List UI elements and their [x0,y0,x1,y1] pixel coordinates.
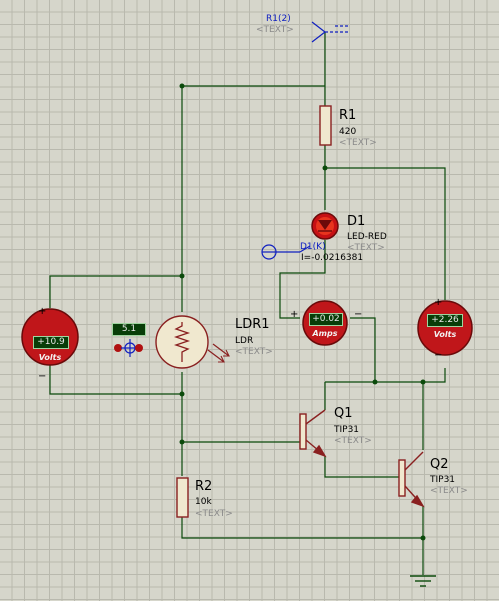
q1-name[interactable]: Q1 [334,406,353,421]
ammeter-display: +0.02 [309,313,343,326]
q2-symbol [398,451,425,508]
q1-type: TIP31 [334,425,360,435]
ldr1-symbol [155,315,230,369]
q1-text: <TEXT> [334,436,372,446]
schematic-wiring [21,21,473,587]
ammeter-plus: + [290,309,299,320]
probe-value: I=-0.0216381 [301,253,364,263]
voltmeter-right-body [417,300,473,356]
ldr-light-control [114,339,143,357]
r2-text: <TEXT> [195,509,233,519]
junction-dots [179,83,426,541]
voltmeter-left-plus: + [38,306,47,317]
voltmeter-left-unit: Volts [38,353,62,362]
voltmeter-right-unit: Volts [433,330,457,339]
r2-value: 10k [195,497,212,507]
led-d1 [311,212,339,240]
ammeter-unit: Amps [312,329,338,338]
ldr-light-level[interactable]: 5.1 [112,323,146,336]
ldr1-type: LDR [235,336,254,346]
ammeter-minus: − [354,309,363,320]
r1-value: 420 [339,127,357,137]
r2-body [176,477,189,518]
ldr1-name[interactable]: LDR1 [235,317,270,332]
q1-symbol [299,409,327,458]
q2-name[interactable]: Q2 [430,457,449,472]
schematic-canvas[interactable]: { "terminal": {"name": "R1(2)", "text": … [0,0,499,601]
r2-name[interactable]: R2 [195,479,212,494]
q2-type: TIP31 [430,475,456,485]
r1-text: <TEXT> [339,138,377,148]
d1-type: LED-RED [347,232,387,242]
terminal-text: <TEXT> [256,25,294,35]
d1-text: <TEXT> [347,243,385,253]
wires [49,32,446,575]
terminal-name: R1(2) [266,14,291,24]
ldr1-text: <TEXT> [235,347,273,357]
d1-name[interactable]: D1 [347,214,365,229]
r1-name[interactable]: R1 [339,108,356,123]
voltmeter-right-plus: + [434,297,443,308]
terminal-symbol [311,21,350,43]
probe-name[interactable]: D1(K) [300,242,326,252]
voltmeter-right-minus: − [434,350,443,361]
voltmeter-left-display: +10.9 [33,336,69,349]
q2-text: <TEXT> [430,486,468,496]
voltmeter-right-display: +2.26 [427,314,463,327]
voltmeter-left-minus: − [38,371,47,382]
ground-symbol [410,575,436,587]
r1-body [319,105,332,146]
